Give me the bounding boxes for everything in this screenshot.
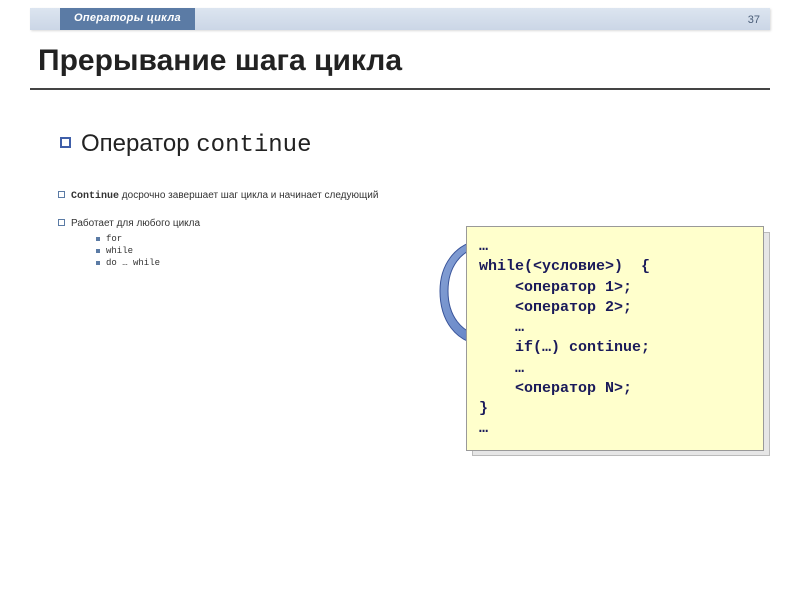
subtitle-row: Оператор continue — [60, 130, 800, 159]
dot-bullet-icon — [96, 249, 100, 253]
section-title: Операторы цикла — [60, 8, 195, 30]
page-title: Прерывание шага цикла — [38, 44, 800, 78]
bullet-icon — [60, 137, 71, 148]
hollow-bullet-icon — [58, 191, 65, 198]
code-box: … while(<условие>) { <оператор 1>; <опер… — [466, 226, 764, 451]
page-number: 37 — [748, 14, 760, 26]
header-bar: Операторы цикла — [30, 8, 770, 30]
dot-bullet-icon — [96, 237, 100, 241]
desc-row-2: Работает для любого цикла — [58, 217, 488, 230]
desc-text-2: Работает для любого цикла — [71, 217, 200, 230]
title-rule — [30, 88, 770, 90]
desc-text-1: Continue досрочно завершает шаг цикла и … — [71, 189, 378, 203]
desc-row-1: Continue досрочно завершает шаг цикла и … — [58, 189, 488, 203]
loop-type-label: for — [106, 234, 122, 244]
code-content: … while(<условие>) { <оператор 1>; <опер… — [466, 226, 764, 451]
dot-bullet-icon — [96, 261, 100, 265]
hollow-bullet-icon — [58, 219, 65, 226]
desc1-rest: досрочно завершает шаг цикла и начинает … — [119, 190, 378, 201]
subtitle-text: Оператор continue — [81, 130, 311, 159]
loop-type-label: do … while — [106, 258, 160, 268]
subtitle-prefix: Оператор — [81, 130, 196, 157]
subtitle-keyword: continue — [196, 132, 311, 159]
loop-type-label: while — [106, 246, 133, 256]
desc1-keyword: Continue — [71, 191, 119, 202]
